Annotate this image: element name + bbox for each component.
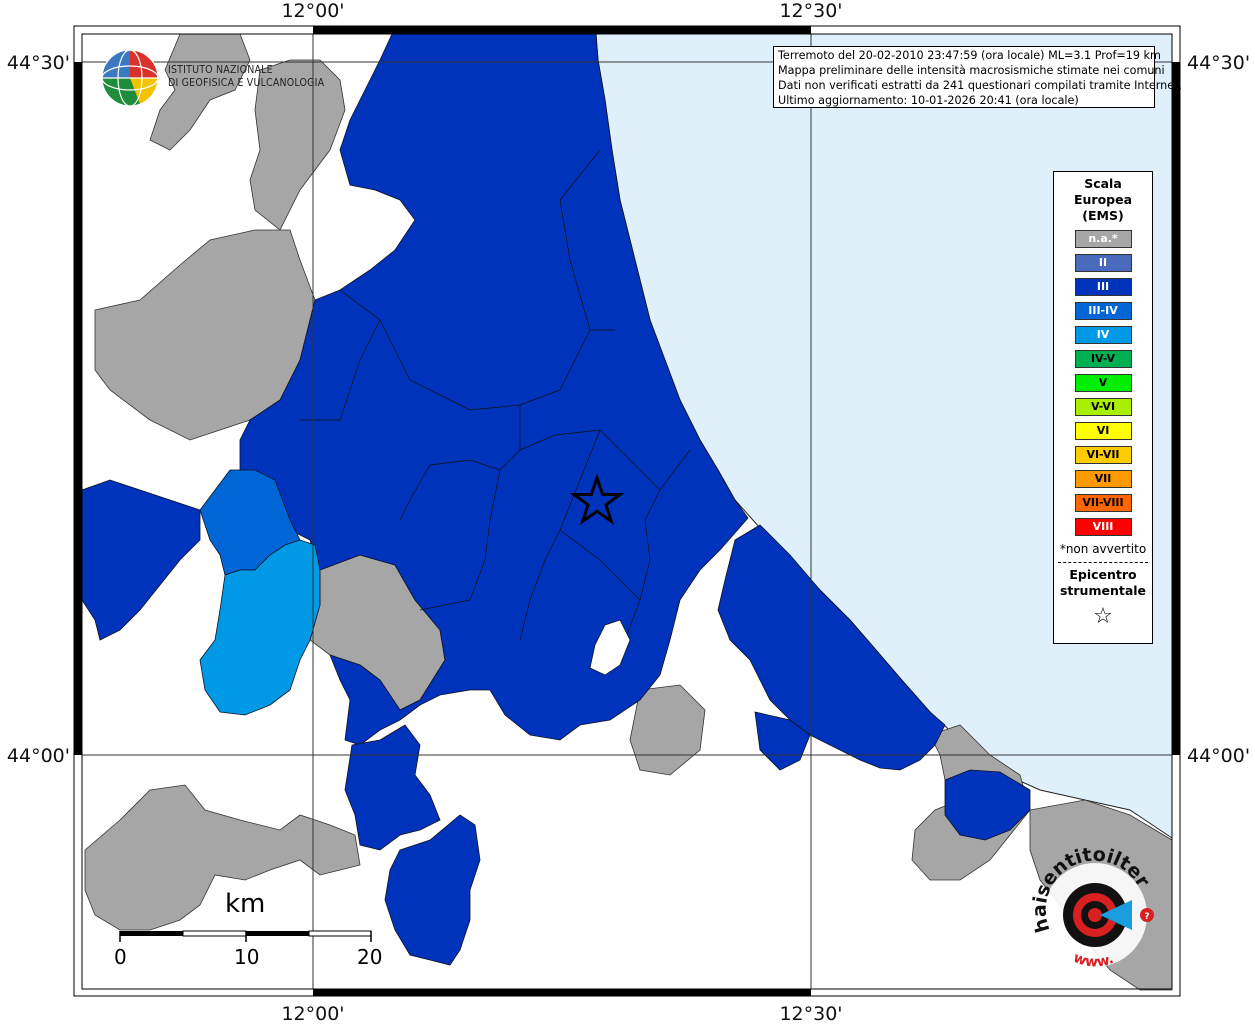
event-info-line1: Terremoto del 20-02-2010 23:47:59 (ora l… <box>778 49 1161 62</box>
lat-label-left-top: 44°30' <box>7 52 70 74</box>
event-info-line3: Dati non verificati estratti da 241 ques… <box>778 79 1183 92</box>
scale-label-20: 20 <box>357 945 383 969</box>
legend-item-vii-viii: VII-VIII <box>1074 494 1132 512</box>
legend-item-vi-vii: VI-VII <box>1074 446 1132 464</box>
svg-text:?: ? <box>1144 912 1149 922</box>
lat-label-right-bottom: 44°00' <box>1187 745 1250 767</box>
event-info-box: Terremoto del 20-02-2010 23:47:59 (ora l… <box>773 46 1183 108</box>
legend-note: *non avvertito <box>1059 542 1147 556</box>
legend-item-vii: VII <box>1074 470 1132 488</box>
legend-item-ii: II <box>1074 254 1132 272</box>
legend-item-n-a: n.a.* <box>1074 230 1132 248</box>
legend-item-vi: VI <box>1074 422 1132 440</box>
legend-item-iii-iv: III-IV <box>1074 302 1132 320</box>
legend-title-line3: (EMS) <box>1082 208 1124 223</box>
lat-label-left-bottom: 44°00' <box>7 745 70 767</box>
legend-item-iii: III <box>1074 278 1132 296</box>
institute-name: ISTITUTO NAZIONALE DI GEOFISICA E VULCAN… <box>168 64 324 90</box>
legend-item-iv-v: IV-V <box>1074 350 1132 368</box>
lon-label-top-left: 12°00' <box>281 0 344 22</box>
lon-label-bottom-right: 12°30' <box>779 1003 842 1024</box>
legend-item-iv: IV <box>1074 326 1132 344</box>
legend-item-v-vi: V-VI <box>1074 398 1132 416</box>
event-info-line2: Mappa preliminare delle intensità macros… <box>778 64 1165 77</box>
legend-item-viii: VIII <box>1074 518 1132 536</box>
legend-items: n.a.* II III III-IV IV IV-V V V-VI VI VI-VII VII VI… <box>1054 230 1152 536</box>
lat-label-right-top: 44°30' <box>1187 52 1250 74</box>
legend-epicenter-line2: strumentale <box>1059 583 1147 598</box>
event-info-line4: Ultimo aggiornamento: 10-01-2026 20:41 (… <box>778 94 1079 107</box>
legend-epicenter-label: Epicentro strumentale <box>1054 567 1152 599</box>
legend-title: Scala Europea (EMS) <box>1054 176 1152 224</box>
scale-label-10: 10 <box>234 945 260 969</box>
legend-separator <box>1058 562 1148 563</box>
legend-item-v: V <box>1074 374 1132 392</box>
legend-star-icon: ☆ <box>1093 604 1113 629</box>
scale-title: km <box>225 889 266 919</box>
ingv-logo-icon <box>101 49 159 107</box>
lon-label-bottom-left: 12°00' <box>281 1003 344 1024</box>
ems-legend: Scala Europea (EMS) n.a.* II III III-IV IV IV… <box>1053 171 1153 644</box>
scale-label-0: 0 <box>114 945 127 969</box>
institute-name-line2: DI GEOFISICA E VULCANOLOGIA <box>168 77 325 89</box>
legend-epicenter-line1: Epicentro <box>1069 567 1137 582</box>
legend-title-line2: Europea <box>1073 192 1133 207</box>
lon-label-top-right: 12°30' <box>779 0 842 22</box>
legend-title-line1: Scala <box>1084 176 1122 191</box>
institute-name-line1: ISTITUTO NAZIONALE <box>168 64 273 76</box>
